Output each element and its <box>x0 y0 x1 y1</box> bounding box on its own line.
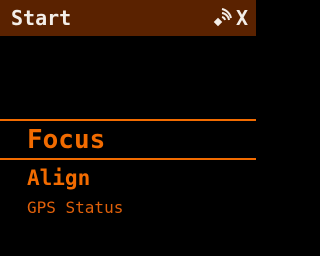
selection-divider-bottom <box>0 158 256 160</box>
status-icons: X <box>212 5 248 31</box>
header-bar: Start X <box>0 0 256 36</box>
selection-divider-top <box>0 119 256 121</box>
menu-item-focus[interactable]: Focus <box>27 124 105 156</box>
screen: Start X Focus Align GPS Status <box>0 0 256 256</box>
header-title: Start <box>11 6 72 30</box>
menu-item-align[interactable]: Align <box>27 165 90 191</box>
close-button[interactable]: X <box>236 6 248 30</box>
menu-item-gps-status[interactable]: GPS Status <box>27 197 123 219</box>
satellite-signal-icon <box>213 8 232 27</box>
